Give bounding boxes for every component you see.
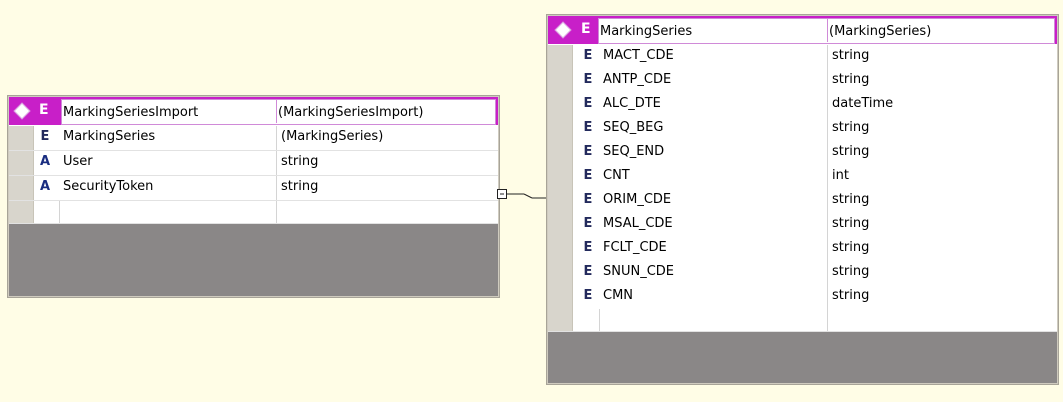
element-type-icon: E <box>581 21 591 37</box>
row-name: SEQ_BEG <box>603 120 664 135</box>
row-name: CMN <box>603 288 634 303</box>
table-row[interactable]: E MACT_CDE string <box>548 45 1057 70</box>
table-row[interactable]: E MarkingSeries (MarkingSeries) <box>9 126 498 151</box>
diamond-icon <box>13 102 31 120</box>
right-table-header[interactable]: E MarkingSeries (MarkingSeries) <box>548 16 1057 44</box>
row-type: string <box>281 154 319 169</box>
row-type: string <box>281 179 319 194</box>
attribute-type-icon: A <box>39 179 51 194</box>
row-name: FCLT_CDE <box>603 240 667 255</box>
table-row[interactable]: E MSAL_CDE string <box>548 213 1057 238</box>
row-name: SNUN_CDE <box>603 264 675 279</box>
empty-area <box>548 332 1057 383</box>
right-schema-panel: E MarkingSeries (MarkingSeries) E MACT_C… <box>546 14 1059 385</box>
left-schema-table: E MarkingSeriesImport (MarkingSeriesImpo… <box>9 97 498 296</box>
element-type-icon: E <box>583 96 593 111</box>
element-type-icon: E <box>40 129 50 144</box>
table-row[interactable]: A User string <box>9 151 498 176</box>
diamond-icon <box>554 21 572 39</box>
element-type-icon: E <box>39 102 49 118</box>
row-name: ANTP_CDE <box>603 72 672 87</box>
left-header-type: (MarkingSeriesImport) <box>278 105 424 120</box>
left-header-name: MarkingSeriesImport <box>63 105 199 120</box>
row-name: SecurityToken <box>63 179 154 194</box>
row-name: MSAL_CDE <box>603 216 673 231</box>
element-type-icon: E <box>583 240 593 255</box>
row-name: User <box>63 154 93 169</box>
element-type-icon: E <box>583 288 593 303</box>
row-type: string <box>832 216 870 231</box>
row-name: ORIM_CDE <box>603 192 672 207</box>
left-table-header[interactable]: E MarkingSeriesImport (MarkingSeriesImpo… <box>9 97 498 125</box>
table-row[interactable]: E ALC_DTE dateTime <box>548 93 1057 118</box>
row-type: string <box>832 288 870 303</box>
row-type: string <box>832 264 870 279</box>
element-type-icon: E <box>583 48 593 63</box>
row-type: string <box>832 240 870 255</box>
row-type: string <box>832 192 870 207</box>
element-type-icon: E <box>583 264 593 279</box>
row-type: int <box>832 168 849 183</box>
relationship-connector <box>497 189 546 199</box>
row-type: string <box>832 144 870 159</box>
row-name: MarkingSeries <box>63 129 156 144</box>
element-type-icon: E <box>583 168 593 183</box>
row-name: SEQ_END <box>603 144 665 159</box>
attribute-type-icon: A <box>39 154 51 169</box>
left-schema-panel: E MarkingSeriesImport (MarkingSeriesImpo… <box>7 95 500 298</box>
row-type: dateTime <box>832 96 894 111</box>
element-type-icon: E <box>583 216 593 231</box>
element-type-icon: E <box>583 144 593 159</box>
row-type: string <box>832 120 870 135</box>
right-header-name: MarkingSeries <box>600 24 693 39</box>
row-name: MACT_CDE <box>603 48 674 63</box>
table-row[interactable]: E SEQ_END string <box>548 141 1057 166</box>
row-type: string <box>832 48 870 63</box>
right-header-type: (MarkingSeries) <box>829 24 932 39</box>
row-name: ALC_DTE <box>603 96 661 111</box>
row-type: string <box>832 72 870 87</box>
right-schema-table: E MarkingSeries (MarkingSeries) E MACT_C… <box>548 16 1057 383</box>
empty-area <box>9 224 498 296</box>
table-row[interactable]: E ANTP_CDE string <box>548 69 1057 94</box>
row-type: (MarkingSeries) <box>281 129 384 144</box>
empty-new-row[interactable] <box>9 201 498 224</box>
table-row[interactable]: E FCLT_CDE string <box>548 237 1057 262</box>
element-type-icon: E <box>583 192 593 207</box>
table-row[interactable]: E ORIM_CDE string <box>548 189 1057 214</box>
table-row[interactable]: E SEQ_BEG string <box>548 117 1057 142</box>
element-type-icon: E <box>583 120 593 135</box>
row-name: CNT <box>603 168 630 183</box>
table-row[interactable]: E CNT int <box>548 165 1057 190</box>
table-row[interactable]: E SNUN_CDE string <box>548 261 1057 286</box>
element-type-icon: E <box>583 72 593 87</box>
table-row[interactable]: E CMN string <box>548 285 1057 310</box>
table-row[interactable]: A SecurityToken string <box>9 176 498 201</box>
empty-new-row[interactable] <box>548 309 1057 332</box>
